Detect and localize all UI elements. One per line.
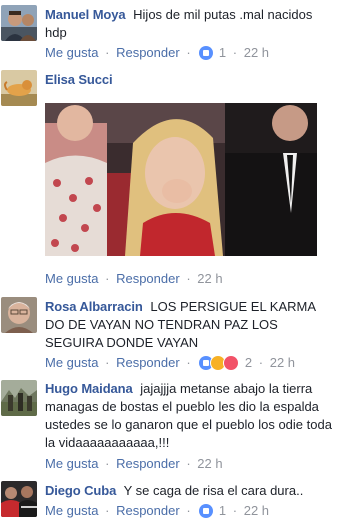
separator-dot: · bbox=[186, 270, 191, 286]
like-link[interactable]: Me gusta bbox=[45, 455, 98, 473]
reply-link[interactable]: Responder bbox=[116, 270, 180, 288]
comment-actions: Me gusta · Responder · 22 h bbox=[45, 454, 223, 472]
comment-author[interactable]: Rosa Albarracin bbox=[45, 299, 143, 314]
comment-body: Hugo Maidana jajajjja metanse abajo la t… bbox=[45, 380, 342, 452]
comment-author[interactable]: Hugo Maidana bbox=[45, 381, 133, 396]
reactions-summary[interactable]: 2 bbox=[199, 353, 252, 372]
comment-time[interactable]: 22 h bbox=[270, 354, 295, 372]
separator-dot: · bbox=[186, 502, 191, 518]
separator-dot: · bbox=[105, 44, 110, 60]
comment-actions: Me gusta · Responder · 22 h bbox=[45, 269, 223, 287]
reply-link[interactable]: Responder bbox=[116, 502, 180, 520]
separator-dot: · bbox=[186, 44, 191, 60]
comment-author[interactable]: Diego Cuba bbox=[45, 483, 116, 498]
comment-text: Y se caga de risa el cara dura.. bbox=[123, 483, 304, 498]
like-reaction-icon bbox=[199, 503, 214, 518]
comment-body: Diego Cuba Y se caga de risa el cara dur… bbox=[45, 482, 337, 500]
reaction-count: 2 bbox=[244, 354, 253, 370]
comment-actions: Me gusta · Responder · 1 · 22 h bbox=[45, 501, 269, 519]
like-link[interactable]: Me gusta bbox=[45, 354, 98, 372]
comment-time[interactable]: 22 h bbox=[197, 270, 222, 288]
comment-author[interactable]: Manuel Moya bbox=[45, 7, 126, 22]
like-reaction-icon bbox=[199, 45, 214, 60]
like-link[interactable]: Me gusta bbox=[45, 502, 98, 520]
separator-dot: · bbox=[258, 354, 264, 370]
comment-actions: Me gusta · Responder · 2 · 22 h bbox=[45, 353, 295, 371]
separator-dot: · bbox=[105, 270, 110, 286]
reaction-count: 1 bbox=[218, 502, 227, 518]
separator-dot: · bbox=[105, 455, 110, 471]
comment-time[interactable]: 22 h bbox=[197, 455, 222, 473]
comment-actions: Me gusta · Responder · 1 · 22 h bbox=[45, 43, 269, 61]
separator-dot: · bbox=[232, 502, 238, 518]
reaction-count: 1 bbox=[218, 44, 227, 60]
avatar-hugo-maidana[interactable] bbox=[1, 380, 37, 416]
separator-dot: · bbox=[105, 502, 110, 518]
like-link[interactable]: Me gusta bbox=[45, 270, 98, 288]
love-reaction-icon bbox=[223, 354, 240, 371]
comment-time[interactable]: 22 h bbox=[244, 502, 269, 520]
reactions-summary[interactable]: 1 bbox=[199, 501, 226, 520]
reply-link[interactable]: Responder bbox=[116, 44, 180, 62]
like-link[interactable]: Me gusta bbox=[45, 44, 98, 62]
avatar-elisa-succi[interactable] bbox=[1, 70, 37, 106]
comment-body: Rosa Albarracin LOS PERSIGUE EL KARMA DO… bbox=[45, 298, 337, 352]
comment-photo[interactable] bbox=[45, 103, 317, 256]
separator-dot: · bbox=[105, 354, 110, 370]
separator-dot: · bbox=[186, 455, 191, 471]
avatar-rosa-albarracin[interactable] bbox=[1, 297, 37, 333]
comment-time[interactable]: 22 h bbox=[244, 44, 269, 62]
reactions-summary[interactable]: 1 bbox=[199, 43, 226, 62]
separator-dot: · bbox=[232, 44, 238, 60]
comment-body: Manuel Moya Hijos de mil putas .mal naci… bbox=[45, 6, 337, 42]
comment-author[interactable]: Elisa Succi bbox=[45, 72, 113, 87]
reply-link[interactable]: Responder bbox=[116, 354, 180, 372]
avatar-manuel-moya[interactable] bbox=[1, 5, 37, 41]
reply-link[interactable]: Responder bbox=[116, 455, 180, 473]
separator-dot: · bbox=[186, 354, 191, 370]
avatar-diego-cuba[interactable] bbox=[1, 481, 37, 517]
